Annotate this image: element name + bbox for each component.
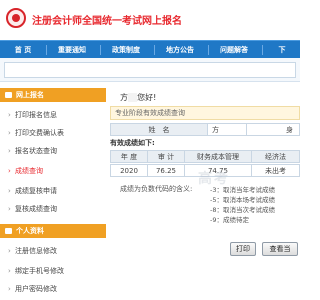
greeting: 方 您好! [120, 92, 156, 103]
sidebar-item-label: 打印交费确认表 [15, 129, 64, 137]
sidebar-item-score-query[interactable]: › 成绩查询 [0, 164, 106, 178]
main-navbar: 首 页 重要通知 政策制度 地方公告 问题解答 下 [0, 40, 300, 58]
table-cell-audit: 76.25 [147, 164, 185, 177]
logo-icon [6, 8, 26, 28]
nav-divider [100, 45, 101, 55]
arrow-icon: › [8, 247, 11, 255]
header: 注册会计师全国统一考试网上报名 [0, 0, 300, 40]
sidebar-item-label: 用户密码修改 [15, 285, 57, 293]
watermark-text: 高考 [198, 171, 230, 187]
sidebar-item-label: 报名状态查询 [15, 147, 57, 155]
arrow-icon: › [8, 285, 11, 293]
nav-download[interactable]: 下 [272, 41, 292, 59]
sidebar-item-label: 注册信息修改 [15, 247, 57, 255]
table-cell-law: 未出考 [251, 164, 300, 177]
nav-faq[interactable]: 问题解答 [214, 41, 254, 59]
table-header-audit: 审 计 [147, 150, 185, 163]
sidebar-item-edit-info[interactable]: › 注册信息修改 [0, 244, 106, 258]
view-button[interactable]: 查看当 [262, 242, 298, 256]
nav-divider [208, 45, 209, 55]
sidebar-section-label: 网上报名 [16, 91, 44, 99]
sidebar-item-edit-password[interactable]: › 用户密码修改 [0, 282, 106, 296]
note-line: -8：取消当次考试成绩 [210, 206, 275, 214]
site-title: 注册会计师全国统一考试网上报名 [32, 16, 182, 27]
table-header-finance: 财务成本管理 [184, 150, 252, 163]
sidebar-section-registration: 网上报名 [0, 88, 106, 102]
user-icon [5, 228, 12, 234]
arrow-icon: › [8, 267, 11, 275]
sidebar-item-label: 打印报名信息 [15, 111, 57, 119]
sidebar-item-label: 绑定手机号修改 [15, 267, 64, 275]
sidebar-item-print-registration[interactable]: › 打印报名信息 [0, 108, 106, 122]
nav-home[interactable]: 首 页 [6, 41, 40, 59]
notice-banner: 专业阶段有效成绩查询 [110, 106, 300, 120]
arrow-icon: › [8, 111, 11, 119]
name-value: 方 [207, 123, 247, 136]
arrow-icon: › [8, 147, 11, 155]
section-title: 有效成绩如下: [110, 139, 155, 147]
id-label: 身 [246, 123, 300, 136]
sidebar-item-review-query[interactable]: › 复核成绩查询 [0, 202, 106, 216]
sidebar-item-label: 成绩查询 [15, 167, 43, 175]
user-name: 方 [120, 93, 128, 102]
nav-divider [46, 45, 47, 55]
sidebar-item-label: 复核成绩查询 [15, 205, 57, 213]
folder-icon [5, 92, 12, 98]
sidebar: 网上报名 › 打印报名信息 › 打印交费确认表 › 报名状态查询 › 成绩查询 › 成绩复… [0, 88, 106, 300]
sidebar-item-review-apply[interactable]: › 成绩复核申请 [0, 184, 106, 198]
table-header-law: 经济法 [251, 150, 300, 163]
nav-policy[interactable]: 政策制度 [106, 41, 146, 59]
sidebar-item-print-payment[interactable]: › 打印交费确认表 [0, 126, 106, 140]
arrow-icon: › [8, 205, 11, 213]
nav-divider [262, 45, 263, 55]
sidebar-item-edit-phone[interactable]: › 绑定手机号修改 [0, 264, 106, 278]
print-button[interactable]: 打印 [230, 242, 256, 256]
sidebar-item-status-query[interactable]: › 报名状态查询 [0, 144, 106, 158]
sub-toolbar [0, 58, 300, 82]
info-field [4, 62, 296, 78]
nav-important-notices[interactable]: 重要通知 [52, 41, 92, 59]
greeting-text: 您好! [137, 93, 157, 102]
sidebar-item-label: 成绩复核申请 [15, 187, 57, 195]
table-cell-year: 2020 [110, 164, 148, 177]
sidebar-section-profile: 个人资料 [0, 224, 106, 238]
arrow-icon: › [8, 167, 11, 175]
arrow-icon: › [8, 187, 11, 195]
note-line: -5：取消本场考试成绩 [210, 196, 275, 204]
main-content: 方 您好! 专业阶段有效成绩查询 姓 名 方 身 有效成绩如下: 年 度 审 计… [110, 88, 300, 300]
arrow-icon: › [8, 129, 11, 137]
nav-divider [154, 45, 155, 55]
table-header-year: 年 度 [110, 150, 148, 163]
note-line: -9：成绩待定 [210, 216, 249, 224]
sidebar-section-label: 个人资料 [16, 227, 44, 235]
notes-label: 成绩为负数代码的含义: [120, 185, 193, 193]
nav-local-announcements[interactable]: 地方公告 [160, 41, 200, 59]
name-label: 姓 名 [110, 123, 208, 136]
name-redacted [128, 93, 138, 102]
